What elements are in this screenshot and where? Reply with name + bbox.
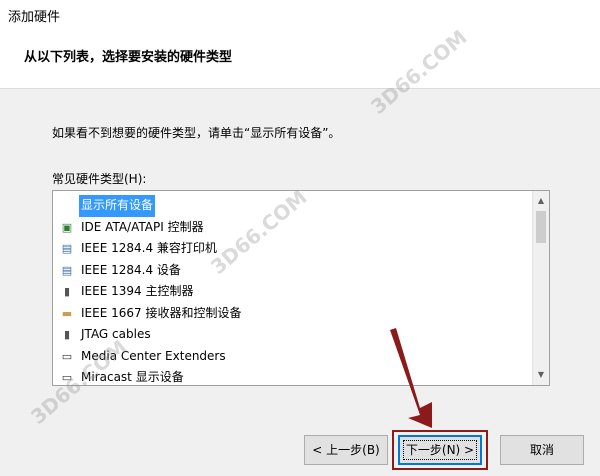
usb-plug-icon: ▮ [63,285,71,298]
hardware-type-listbox[interactable]: 显示所有设备 ▣ IDE ATA/ATAPI 控制器 ▤ IEEE 1284.4 兼容打… [52,190,550,386]
hardware-list-item-label: IEEE 1394 主控制器 [81,284,194,298]
hardware-list-label: 常见硬件类型(H): [52,172,147,186]
wizard-heading: 从以下列表，选择要安装的硬件类型 [24,50,233,65]
hardware-list-item[interactable]: ▮ JTAG cables [53,324,532,346]
hardware-list-item[interactable]: ▭ Miracast 显示设备 [53,367,532,385]
usb-drive-icon: ▬ [61,306,73,320]
hardware-list-item-label: JTAG cables [81,327,151,341]
instruction-text: 如果看不到想要的硬件类型，请单击“显示所有设备”。 [52,126,341,140]
hardware-list-item-label: IEEE 1667 接收器和控制设备 [81,305,242,320]
hardware-list-item[interactable]: ▬ IEEE 1667 接收器和控制设备 [53,303,532,325]
usb-plug-icon: ▮ [63,328,71,341]
hardware-list-item-label: IDE ATA/ATAPI 控制器 [81,219,204,234]
hardware-list-item-label: 显示所有设备 [79,195,156,217]
hardware-list-item[interactable]: ▭ Media Center Extenders [53,346,532,368]
hardware-list-item-label: Miracast 显示设备 [81,370,184,384]
monitor-icon: ▭ [61,371,73,384]
printer-icon: ▤ [61,263,73,277]
ide-controller-icon: ▣ [61,220,73,234]
hardware-list-item-label: IEEE 1284.4 兼容打印机 [81,241,217,255]
back-button[interactable]: < 上一步(B) [304,435,388,465]
hardware-list-item[interactable]: ▣ IDE ATA/ATAPI 控制器 [53,217,532,239]
hardware-list-item[interactable]: ▤ IEEE 1284.4 兼容打印机 [53,238,532,260]
scroll-up-arrow-icon[interactable]: ▲ [533,193,549,209]
listbox-scrollbar[interactable]: ▲ ▼ [532,191,549,385]
hardware-list-item[interactable]: ▮ IEEE 1394 主控制器 [53,281,532,303]
printer-icon: ▤ [61,242,73,255]
cancel-button[interactable]: 取消 [500,435,584,465]
window-title: 添加硬件 [8,10,61,25]
monitor-icon: ▭ [61,349,73,363]
hardware-list-item[interactable]: 显示所有设备 [53,195,532,217]
wizard-header: 添加硬件 从以下列表，选择要安装的硬件类型 [0,0,600,89]
scroll-down-arrow-icon[interactable]: ▼ [533,367,549,383]
hardware-list-item-label: Media Center Extenders [81,348,226,363]
hardware-list-item-label: IEEE 1284.4 设备 [81,262,181,277]
scroll-thumb[interactable] [536,211,546,243]
hardware-type-items: 显示所有设备 ▣ IDE ATA/ATAPI 控制器 ▤ IEEE 1284.4 兼容打… [53,195,532,385]
annotation-highlight-box [392,430,488,470]
hardware-list-item[interactable]: ▤ IEEE 1284.4 设备 [53,260,532,282]
